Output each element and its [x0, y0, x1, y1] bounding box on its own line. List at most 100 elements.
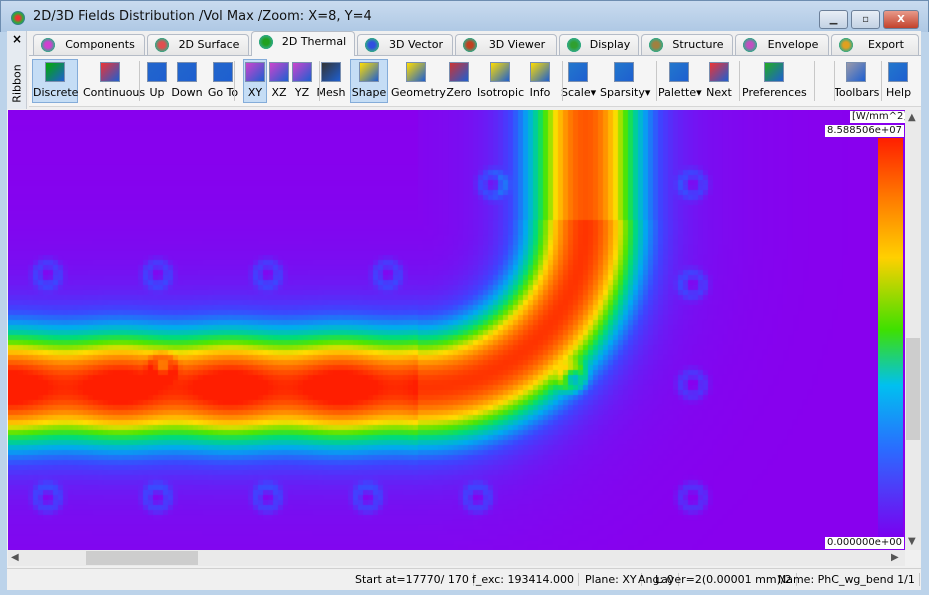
colorbar-min: 0.000000e+00: [825, 537, 904, 549]
horizontal-scroll-thumb[interactable]: [86, 551, 198, 565]
geometry-button[interactable]: Geometry: [390, 59, 446, 103]
up-label: Up: [149, 86, 165, 99]
shape-button[interactable]: Shape: [350, 59, 388, 103]
palette-label: Palette▾: [658, 86, 702, 99]
colorbar: [878, 138, 903, 537]
xy-button[interactable]: XY: [243, 59, 267, 103]
xz-button[interactable]: XZ: [268, 59, 290, 103]
down-label: Down: [171, 86, 203, 99]
up-button[interactable]: Up: [145, 59, 169, 103]
toolbar-separator: [139, 61, 140, 101]
window-title: 2D/3D Fields Distribution /Vol Max /Zoom…: [33, 9, 372, 24]
zero-icon: [449, 62, 469, 82]
scroll-down-icon[interactable]: ▼: [908, 536, 916, 547]
info-label: Info: [529, 86, 551, 99]
tab-3d-viewer[interactable]: 3D Viewer: [455, 34, 557, 55]
sparsity-icon: [614, 62, 634, 82]
scroll-right-icon[interactable]: ▶: [891, 552, 899, 563]
preferences-button[interactable]: Preferences: [741, 59, 807, 103]
isotropic-label: Isotropic: [477, 86, 525, 99]
colorbar-max: 8.588506e+07: [825, 125, 904, 137]
scale-button[interactable]: Scale▾: [560, 59, 596, 103]
discrete-icon: [45, 62, 65, 82]
info-button[interactable]: Info: [526, 59, 554, 103]
toolbar-separator: [319, 61, 320, 101]
thermal-heatmap[interactable]: [8, 110, 905, 550]
tab-export[interactable]: Export: [831, 34, 919, 55]
shape-label: Shape: [351, 86, 387, 99]
ribbon-label[interactable]: Ribbon: [11, 62, 24, 106]
next-button[interactable]: Next: [705, 59, 733, 103]
tab-label: Components: [65, 38, 135, 51]
preferences-icon: [764, 62, 784, 82]
tab-display[interactable]: Display: [559, 34, 639, 55]
maximize-button[interactable]: ▫: [851, 10, 880, 29]
field-plot[interactable]: [W/mm^2] 8.588506e+07 0.000000e+00: [8, 110, 905, 550]
xy-icon: [245, 62, 265, 82]
zero-button[interactable]: Zero: [445, 59, 473, 103]
scroll-left-icon[interactable]: ◀: [11, 552, 19, 563]
tab-label: 3D Viewer: [488, 38, 546, 51]
toolbars-icon: [846, 62, 866, 82]
preferences-label: Preferences: [742, 86, 807, 99]
go-to-icon: [213, 62, 233, 82]
help-button[interactable]: Help: [885, 59, 911, 103]
tab-label: Envelope: [767, 38, 819, 51]
next-icon: [709, 62, 729, 82]
tab-2d-surface[interactable]: 2D Surface: [147, 34, 249, 55]
xy-label: XY: [247, 86, 263, 99]
status-field: Name: PhC_wg_bend 1/1: [774, 573, 920, 586]
palette-button[interactable]: Palette▾: [657, 59, 702, 103]
close-button[interactable]: X: [883, 10, 919, 29]
ribbon-tabs: Components 2D Surface 2D Thermal 3D Vector 3…: [33, 31, 921, 56]
continuous-icon: [100, 62, 120, 82]
ribbon-side: × Ribbon: [7, 31, 27, 109]
continuous-button[interactable]: Continuous: [82, 59, 146, 103]
geometry-label: Geometry: [391, 86, 446, 99]
ribbon-toolbar: Discrete Continuous Up Down Go To XY XZ YZ Mesh S…: [29, 55, 921, 107]
isotropic-button[interactable]: Isotropic: [476, 59, 524, 103]
toolbar-separator: [656, 61, 657, 101]
yz-label: YZ: [294, 86, 310, 99]
toolbar-separator: [234, 61, 235, 101]
scale-label: Scale▾: [561, 86, 597, 99]
minimize-button[interactable]: ▁: [819, 10, 848, 29]
toolbar-separator: [562, 61, 563, 101]
tab-envelope[interactable]: Envelope: [735, 34, 829, 55]
status-field: f_exc: 193414.000: [468, 573, 579, 586]
help-label: Help: [886, 86, 912, 99]
zero-label: Zero: [446, 86, 472, 99]
tab-label: Export: [867, 38, 904, 51]
down-button[interactable]: Down: [170, 59, 204, 103]
tab-label: Structure: [672, 38, 724, 51]
toolbar-separator: [814, 61, 815, 101]
yz-button[interactable]: YZ: [291, 59, 313, 103]
toolbar-separator: [834, 61, 835, 101]
toolbars-button[interactable]: Toolbars: [833, 59, 879, 103]
down-icon: [177, 62, 197, 82]
toolbar-separator: [881, 61, 882, 101]
tab-structure[interactable]: Structure: [641, 34, 733, 55]
sparsity-button[interactable]: Sparsity▾: [599, 59, 651, 103]
tab-label: 2D Surface: [178, 38, 240, 51]
discrete-button[interactable]: Discrete: [32, 59, 78, 103]
app-icon: [11, 11, 25, 25]
palette-icon: [669, 62, 689, 82]
xz-label: XZ: [271, 86, 287, 99]
tab-2d-thermal[interactable]: 2D Thermal: [251, 31, 355, 56]
xz-icon: [269, 62, 289, 82]
horizontal-scrollbar[interactable]: ◀ ▶: [8, 550, 905, 566]
continuous-label: Continuous: [83, 86, 146, 99]
title-bar: 2D/3D Fields Distribution /Vol Max /Zoom…: [0, 0, 929, 32]
mesh-label: Mesh: [316, 86, 346, 99]
vertical-scrollbar[interactable]: ▲ ▼: [905, 110, 921, 550]
scroll-up-icon[interactable]: ▲: [908, 112, 916, 123]
tab-components[interactable]: Components: [33, 34, 145, 55]
tab-label: 2D Thermal: [281, 35, 347, 48]
sparsity-label: Sparsity▾: [600, 86, 651, 99]
tab-3d-vector[interactable]: 3D Vector: [357, 34, 453, 55]
status-bar: Start at=17770/ 170 f_exc: 193414.000 Plan…: [7, 568, 921, 590]
ribbon-close-button[interactable]: ×: [12, 32, 22, 46]
vertical-scroll-thumb[interactable]: [906, 338, 920, 440]
tab-label: Display: [589, 38, 631, 51]
